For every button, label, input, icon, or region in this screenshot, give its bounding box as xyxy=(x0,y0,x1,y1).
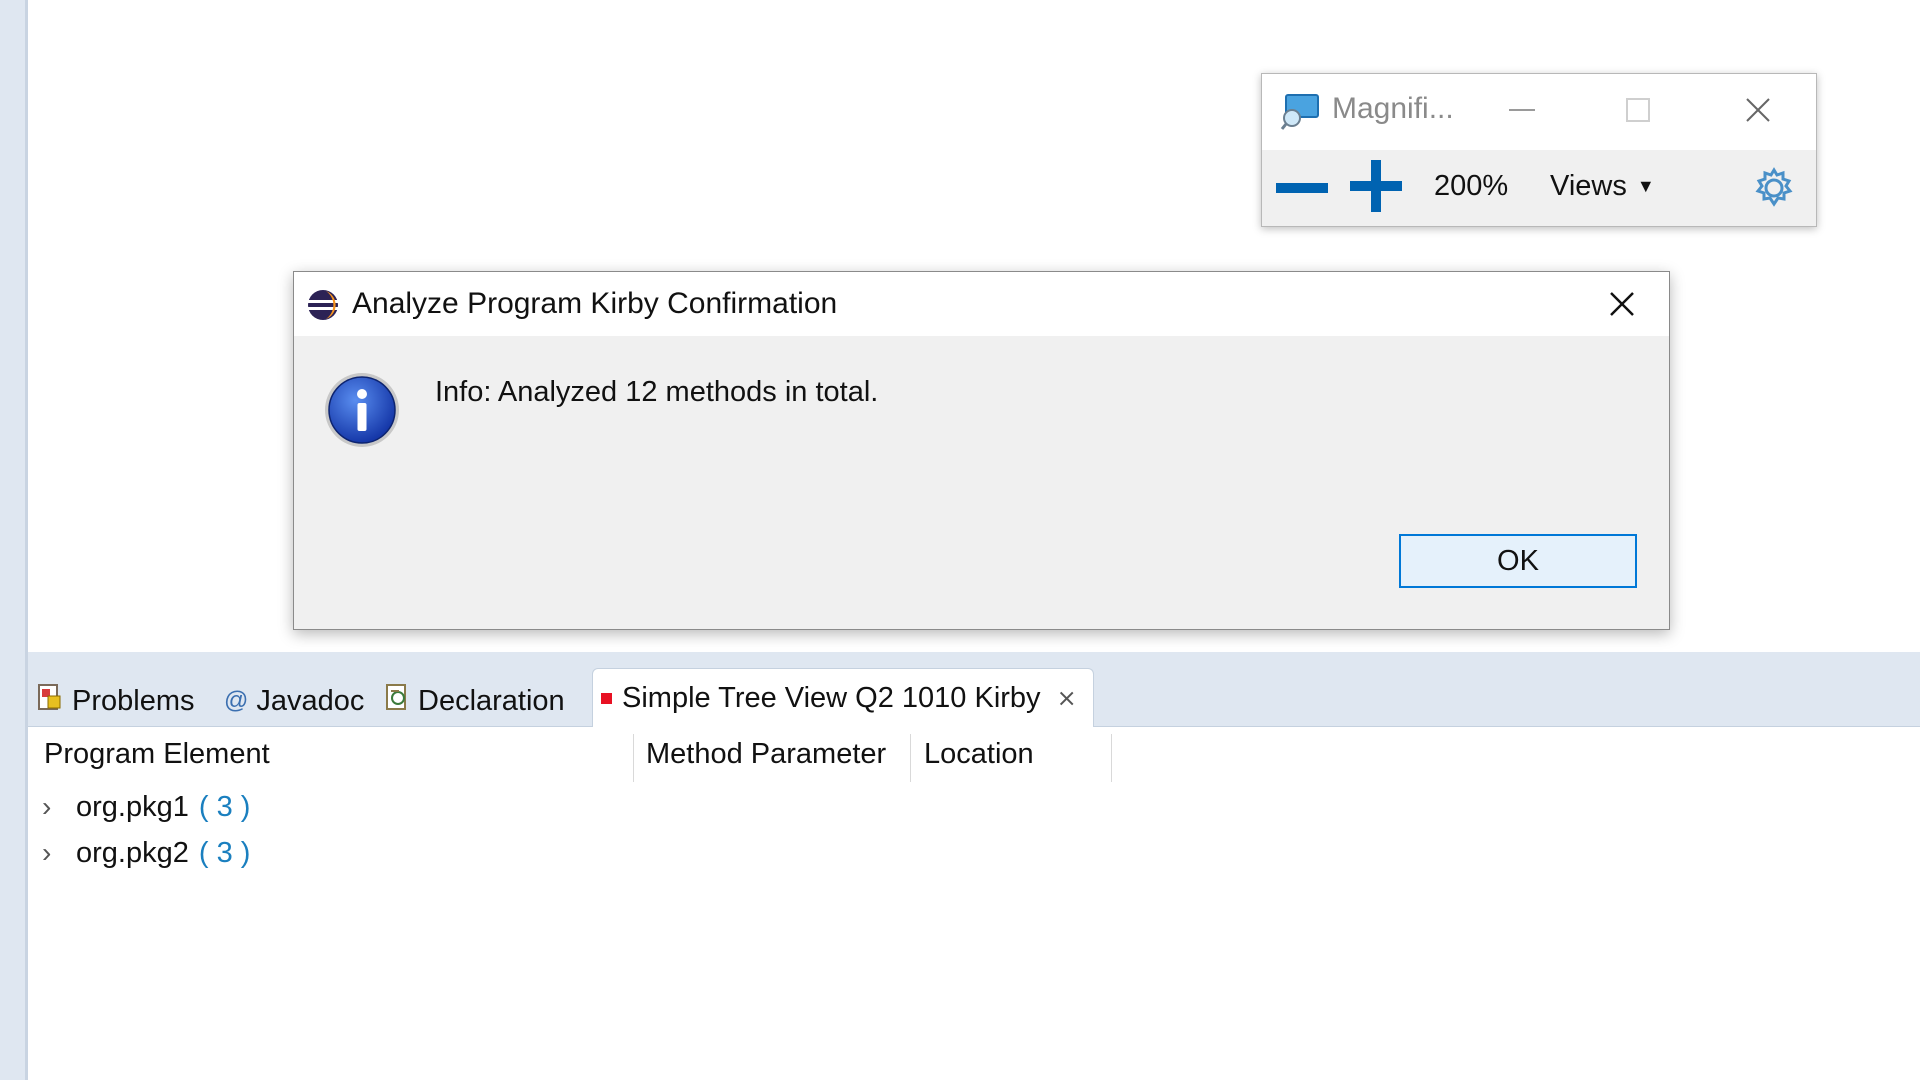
dialog-titlebar[interactable]: Analyze Program Kirby Confirmation xyxy=(294,272,1669,336)
close-button[interactable] xyxy=(1594,280,1650,328)
tree-row[interactable]: › org.pkg1 ( 3 ) xyxy=(28,784,928,830)
column-separator[interactable] xyxy=(633,734,634,782)
view-tab-bar: Problems @ Javadoc Declaration Simple Tr… xyxy=(28,668,1920,727)
column-label: Program Element xyxy=(44,737,270,770)
caret-down-icon: ▼ xyxy=(1636,176,1655,196)
tab-simple-tree-view[interactable]: Simple Tree View Q2 1010 Kirby ⨯ xyxy=(592,668,1094,727)
maximize-icon xyxy=(1626,98,1650,122)
tab-javadoc[interactable]: @ Javadoc xyxy=(224,678,364,724)
column-label: Method Parameter xyxy=(646,737,887,770)
tab-label: Problems xyxy=(72,684,195,717)
left-trim xyxy=(0,0,25,1080)
close-icon[interactable]: ⨯ xyxy=(1057,684,1077,713)
close-button[interactable] xyxy=(1728,88,1788,132)
zoom-out-button[interactable] xyxy=(1274,168,1330,208)
column-label: Location xyxy=(924,737,1034,770)
magnifier-toolbar: 200% Views ▼ xyxy=(1262,150,1816,226)
minus-icon xyxy=(1276,183,1328,193)
tab-label: Declaration xyxy=(418,684,565,717)
minimize-button[interactable] xyxy=(1492,90,1552,130)
tree-row[interactable]: › org.pkg2 ( 3 ) xyxy=(28,830,928,876)
tree-item-count: ( 3 ) xyxy=(198,836,251,869)
magnifier-title: Magnifi... xyxy=(1332,92,1454,125)
views-label: Views xyxy=(1550,170,1627,202)
at-icon: @ xyxy=(224,687,249,714)
chevron-right-icon[interactable]: › xyxy=(42,791,76,823)
tree-item-label: org.pkg2 xyxy=(76,836,189,869)
eclipse-icon xyxy=(306,288,340,327)
gear-icon xyxy=(1755,167,1793,207)
dialog-message: Info: Analyzed 12 methods in total. xyxy=(435,376,879,408)
tab-label: Simple Tree View Q2 1010 Kirby xyxy=(622,681,1041,714)
tree-table-header: Program Element Method Parameter Locatio… xyxy=(28,726,1920,782)
ok-button[interactable]: OK xyxy=(1399,534,1637,588)
sash-band[interactable] xyxy=(28,652,1920,668)
settings-button[interactable] xyxy=(1750,164,1798,212)
column-separator[interactable] xyxy=(910,734,911,782)
zoom-in-button[interactable] xyxy=(1348,158,1404,214)
column-method-parameter[interactable]: Method Parameter xyxy=(646,726,886,782)
views-dropdown[interactable]: Views ▼ xyxy=(1550,170,1655,203)
tab-problems[interactable]: Problems xyxy=(36,678,195,724)
maximize-button[interactable] xyxy=(1608,90,1668,130)
tree-item-label: org.pkg1 xyxy=(76,790,189,823)
desktop: Problems @ Javadoc Declaration Simple Tr… xyxy=(0,0,1920,1080)
tree-item-count: ( 3 ) xyxy=(198,790,251,823)
tab-declaration[interactable]: Declaration xyxy=(384,678,565,724)
minimize-icon xyxy=(1509,109,1535,111)
confirmation-dialog: Analyze Program Kirby Confirmation Info:… xyxy=(293,271,1670,630)
magnifier-app-icon xyxy=(1280,92,1322,137)
tab-label: Javadoc xyxy=(256,684,365,717)
chevron-right-icon[interactable]: › xyxy=(42,837,76,869)
column-program-element[interactable]: Program Element xyxy=(44,726,270,782)
active-marker-icon xyxy=(601,692,612,704)
info-icon xyxy=(322,370,402,455)
plus-icon xyxy=(1350,160,1402,212)
column-location[interactable]: Location xyxy=(924,726,1034,782)
magnifier-window: Magnifi... 200% Views ▼ xyxy=(1261,73,1817,227)
dialog-title: Analyze Program Kirby Confirmation xyxy=(352,287,838,320)
declaration-icon xyxy=(384,682,410,720)
magnifier-titlebar[interactable]: Magnifi... xyxy=(1262,74,1816,150)
close-icon xyxy=(1610,292,1634,316)
column-separator[interactable] xyxy=(1111,734,1112,782)
zoom-level: 200% xyxy=(1434,170,1509,202)
views-panel: Problems @ Javadoc Declaration Simple Tr… xyxy=(28,668,1920,1080)
problems-icon xyxy=(36,682,64,720)
close-icon xyxy=(1746,98,1770,122)
